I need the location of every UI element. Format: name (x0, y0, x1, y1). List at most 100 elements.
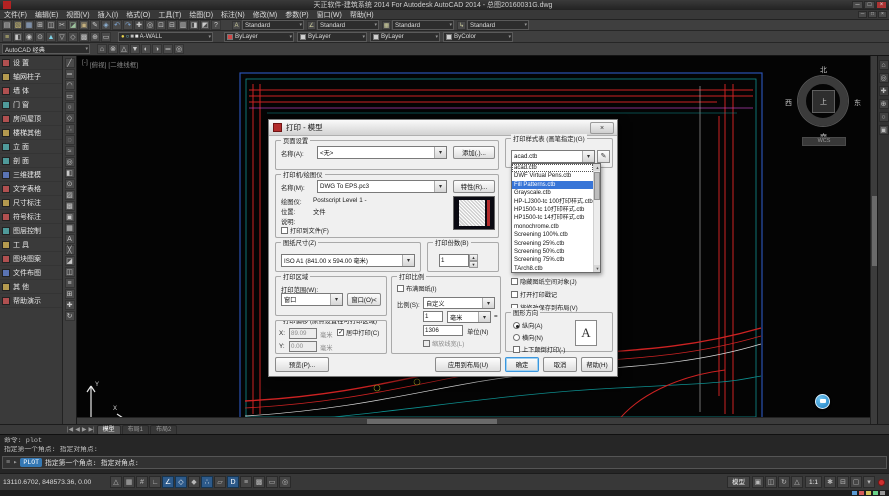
layer-states-icon[interactable]: ◧ (13, 32, 23, 42)
draw-order-back-icon[interactable]: ▼ (130, 44, 140, 54)
menu-item[interactable]: 修改(M) (249, 10, 282, 20)
sidebar-menu-item[interactable]: 门 窗 (0, 98, 62, 112)
polar-icon[interactable]: ◑ (152, 44, 162, 54)
layer-merge-icon[interactable]: ▭ (101, 32, 111, 42)
zoom-extents-icon[interactable]: ◎ (174, 44, 184, 54)
plot-range-combo[interactable]: 窗口 (281, 293, 343, 306)
tab-nav-arrow[interactable]: ▶ (81, 426, 88, 433)
layer-isolate-icon[interactable]: ◉ (24, 32, 34, 42)
match-properties-icon[interactable]: ✎ (90, 20, 100, 30)
menu-item[interactable]: 编辑(E) (31, 10, 62, 20)
plot-to-file-checkbox[interactable]: 打印到文件(F) (281, 226, 329, 235)
scroll-down-icon[interactable]: ▼ (594, 265, 601, 272)
rectangle-icon[interactable]: ▭ (65, 91, 75, 101)
mdi-window-button[interactable]: ─ (858, 11, 867, 18)
mtext-icon[interactable]: A (65, 234, 75, 244)
layer-properties-icon[interactable]: ≡ (2, 32, 12, 42)
dropdown-scrollbar[interactable]: ▲ ▼ (593, 164, 600, 272)
scale-unit-combo[interactable]: 毫米 (447, 311, 491, 323)
plot-style-option[interactable]: Screening 50%.ctb (512, 248, 593, 256)
plot-style-option[interactable]: Grayscale.ctb (512, 189, 593, 197)
layout-tab[interactable]: 布局2 (150, 425, 177, 434)
tray-icon[interactable] (852, 491, 857, 495)
transparency-toggle[interactable]: ▩ (253, 476, 265, 488)
fit-to-paper-checkbox[interactable]: 布满图纸(I) (397, 284, 437, 293)
offset-y-input[interactable]: 0.00 (289, 341, 317, 352)
plot-style-option[interactable]: Screening 100%.ctb (512, 231, 593, 239)
plot-option-checkbox[interactable]: 打开打印戳记 (511, 290, 611, 299)
table-style-combo[interactable]: ▦ Standard (382, 20, 454, 30)
polygon-icon[interactable]: ◇ (65, 113, 75, 123)
array-icon[interactable]: ⊞ (65, 289, 75, 299)
tray-notification-badge[interactable] (878, 479, 885, 486)
sidebar-menu-item[interactable]: 工 具 (0, 238, 62, 252)
ok-button[interactable]: 确定 (505, 357, 539, 372)
sidebar-menu-item[interactable]: 墙 体 (0, 84, 62, 98)
navbar-zoom-icon[interactable]: ⊕ (879, 99, 889, 109)
menu-item[interactable]: 帮助(H) (346, 10, 378, 20)
viewcube-north[interactable]: 北 (820, 65, 827, 75)
construction-line-icon[interactable]: ═ (65, 69, 75, 79)
tab-nav-arrow[interactable]: ◀ (74, 426, 81, 433)
block-editor-icon[interactable]: ◈ (101, 20, 111, 30)
qnew-icon[interactable]: ▤ (2, 20, 12, 30)
plot-style-table-combo[interactable]: acad.ctb (511, 150, 595, 163)
add-pagesetup-button[interactable]: 添加(.)... (453, 146, 495, 159)
menu-item[interactable]: 视图(V) (62, 10, 93, 20)
copies-spinner[interactable]: ▲▼ (469, 254, 478, 267)
plot-style-option[interactable]: HP1500-tc 14打印样式.ctb (512, 214, 593, 222)
move-icon[interactable]: ✚ (65, 300, 75, 310)
polyline-icon[interactable]: ◠ (65, 80, 75, 90)
quick-view-drawings-icon[interactable]: ◫ (765, 476, 777, 488)
lineweight-toggle[interactable]: ≡ (240, 476, 252, 488)
undo-icon[interactable]: ↶ (112, 20, 122, 30)
cancel-button[interactable]: 取消 (543, 357, 577, 372)
scale-num-input[interactable]: 1 (423, 311, 443, 322)
app-logo-icon[interactable] (3, 1, 11, 9)
plot-style-option[interactable]: HP1500-tc 10打印样式.ctb (512, 206, 593, 214)
copies-input[interactable]: 1 (439, 254, 469, 267)
polar-toggle[interactable]: ∠ (162, 476, 174, 488)
sidebar-menu-item[interactable]: 设 置 (0, 56, 62, 70)
layer-match-icon[interactable]: ▩ (79, 32, 89, 42)
notification-bubble[interactable] (815, 394, 830, 409)
properties-icon[interactable]: ▥ (178, 20, 188, 30)
sidebar-menu-item[interactable]: 尺寸标注 (0, 196, 62, 210)
command-window[interactable]: 命令: plot指定第一个角点: 指定对角点: ≡ ▸ PLOT 指定第一个角点… (0, 434, 889, 473)
qsave-icon[interactable]: ▦ (24, 20, 34, 30)
circle-icon[interactable]: ○ (65, 102, 75, 112)
ducs-toggle[interactable]: ▱ (214, 476, 226, 488)
tab-nav-arrow[interactable]: |◀ (66, 426, 74, 433)
lineweight-combo[interactable]: ByLayer (370, 32, 440, 42)
open-icon[interactable]: ▧ (13, 20, 23, 30)
sidebar-menu-item[interactable]: 轴网柱子 (0, 70, 62, 84)
apply-to-layout-button[interactable]: 应用到布局(U) (435, 357, 501, 372)
printer-name-combo[interactable]: DWG To EPS.pc3 (317, 180, 447, 193)
quick-properties-toggle[interactable]: ▭ (266, 476, 278, 488)
tray-icon[interactable] (873, 491, 878, 495)
plot-style-option[interactable]: TArch8.ctb (512, 265, 593, 273)
offset-icon[interactable]: ≡ (65, 278, 75, 288)
spline-icon[interactable]: ≈ (65, 146, 75, 156)
command-input[interactable]: ≡ ▸ PLOT 指定第一个角点: 指定对角点: (2, 456, 887, 469)
model-space-button[interactable]: 模型 (727, 476, 750, 488)
tray-icon[interactable] (880, 491, 885, 495)
sidebar-menu-item[interactable]: 其 他 (0, 280, 62, 294)
plot-icon[interactable]: ⊞ (35, 20, 45, 30)
dyn-toggle[interactable]: D (227, 476, 239, 488)
navbar-showmotion-icon[interactable]: ▣ (879, 125, 889, 135)
sidebar-menu-item[interactable]: 帮助演示 (0, 294, 62, 308)
plot-option-checkbox[interactable]: 隐藏图纸空间对象(J) (511, 277, 611, 286)
tool-palettes-icon[interactable]: ◩ (200, 20, 210, 30)
sidebar-menu-item[interactable]: 图块图案 (0, 252, 62, 266)
menu-item[interactable]: 文件(F) (0, 10, 31, 20)
viewcube-top-face[interactable]: 上 (812, 90, 835, 113)
object-snap-icon[interactable]: ◐ (141, 44, 151, 54)
portrait-radio[interactable]: 纵向(A) (513, 321, 543, 330)
clean-screen-icon[interactable]: ▢ (850, 476, 862, 488)
annotation-autoscale-icon[interactable]: ↻ (778, 476, 790, 488)
plot-style-option[interactable]: DWF Virtual Pens.ctb (512, 172, 593, 180)
plot-style-option[interactable]: Screening 75%.ctb (512, 256, 593, 264)
upside-down-checkbox[interactable]: 上下颠倒打印(-) (513, 345, 565, 354)
erase-icon[interactable]: ╳ (65, 245, 75, 255)
